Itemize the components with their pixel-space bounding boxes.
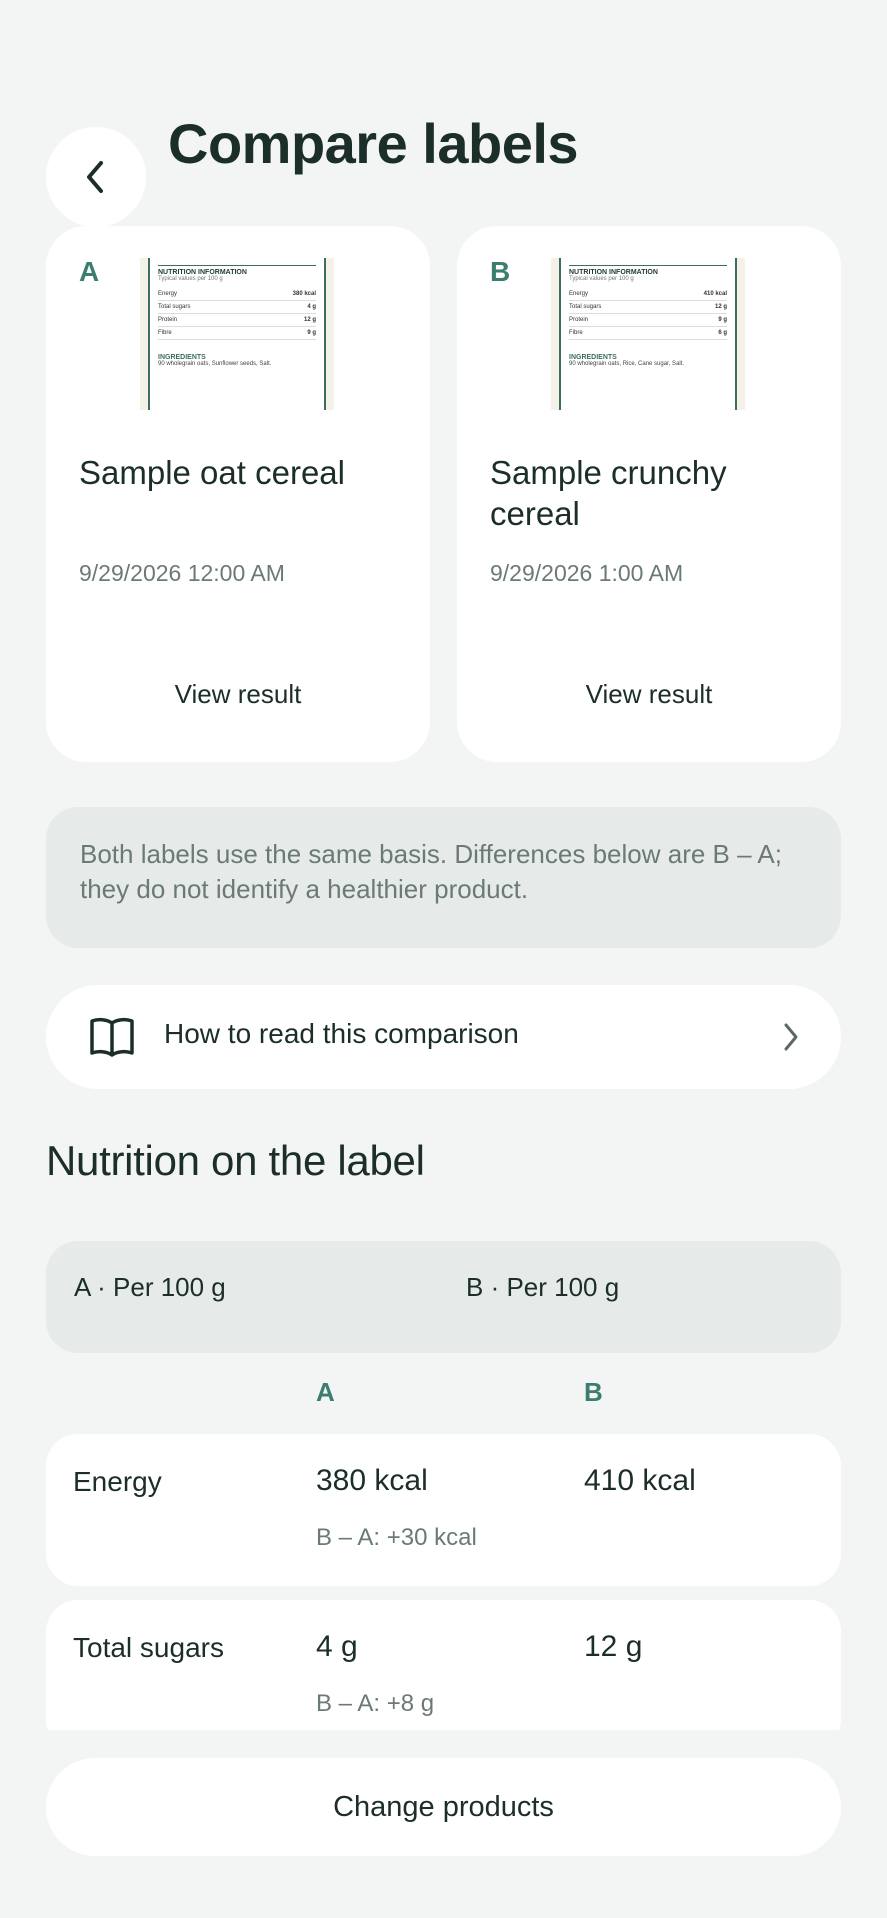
thumb-row: Energy 410 kcal	[569, 288, 727, 301]
nutrient-label: Total sugars	[73, 1632, 224, 1663]
value-a: 4 g	[316, 1630, 358, 1663]
label-thumbnail: NUTRITION INFORMATION Typical values per…	[551, 258, 745, 410]
scan-date: 9/29/2026 1:00 AM	[490, 560, 684, 586]
thumb-row: Fibre 9 g	[158, 327, 316, 340]
thumb-row: Protein 12 g	[158, 314, 316, 327]
thumb-sub: Typical values per 100 g	[158, 276, 223, 282]
difference-text: B – A: +30 kcal	[316, 1524, 477, 1551]
thumb-heading: NUTRITION INFORMATION	[569, 269, 658, 276]
back-button[interactable]	[46, 127, 146, 227]
nutrient-label: Energy	[73, 1466, 162, 1497]
chevron-left-icon	[87, 161, 103, 193]
label-thumbnail: NUTRITION INFORMATION Typical values per…	[140, 258, 334, 410]
value-a: 380 kcal	[316, 1464, 428, 1497]
thumb-row: Fibre 6 g	[569, 327, 727, 340]
product-name: Sample oat cereal	[79, 454, 345, 491]
thumb-ingredients-heading: INGREDIENTS	[569, 354, 617, 361]
value-b: 12 g	[584, 1630, 643, 1663]
column-header-b: B	[584, 1377, 603, 1407]
page-title: Compare labels	[168, 112, 579, 175]
product-card-b: B NUTRITION INFORMATION Typical values p…	[457, 226, 841, 762]
thumb-row: Protein 9 g	[569, 314, 727, 327]
nutrition-list[interactable]: Energy 380 kcal 410 kcal B – A: +30 kcal…	[0, 1420, 887, 1730]
product-card-a: A NUTRITION INFORMATION Typical values p…	[46, 226, 430, 762]
basis-b: B · Per 100 g	[466, 1272, 620, 1302]
thumb-row: Total sugars 4 g	[158, 301, 316, 314]
chevron-right-icon	[784, 1023, 798, 1051]
scan-date: 9/29/2026 12:00 AM	[79, 560, 285, 586]
product-letter: B	[490, 256, 511, 287]
table-row: Energy 380 kcal 410 kcal B – A: +30 kcal	[46, 1434, 841, 1586]
table-row: Total sugars 4 g 12 g B – A: +8 g	[46, 1600, 841, 1730]
section-title: Nutrition on the label	[46, 1137, 425, 1184]
thumb-row: Total sugars 12 g	[569, 301, 727, 314]
thumb-row: Energy 380 kcal	[158, 288, 316, 301]
thumb-sub: Typical values per 100 g	[569, 276, 634, 282]
basis-panel: A · Per 100 g B · Per 100 g	[46, 1241, 841, 1353]
basis-a: A · Per 100 g	[74, 1272, 226, 1302]
thumb-heading: NUTRITION INFORMATION	[158, 269, 247, 276]
product-name: Sample crunchy cereal	[490, 454, 727, 532]
view-result-button[interactable]: View result	[457, 678, 841, 711]
book-icon	[90, 1017, 134, 1057]
how-to-read-button[interactable]: How to read this comparison	[46, 985, 841, 1089]
thumb-ingredients: 90 wholegrain oats, Sunflower seeds, Sal…	[158, 361, 272, 367]
thumb-ingredients-heading: INGREDIENTS	[158, 354, 206, 361]
column-header-a: A	[316, 1377, 335, 1407]
view-result-button[interactable]: View result	[46, 678, 430, 711]
thumb-ingredients: 90 wholegrain oats, Rice, Cane sugar, Sa…	[569, 361, 685, 367]
product-letter: A	[79, 256, 100, 287]
difference-text: B – A: +8 g	[316, 1690, 435, 1717]
how-to-read-label: How to read this comparison	[164, 1018, 519, 1049]
comparison-note: Both labels use the same basis. Differen…	[46, 807, 841, 948]
change-products-button[interactable]: Change products	[46, 1758, 841, 1856]
value-b: 410 kcal	[584, 1464, 696, 1497]
